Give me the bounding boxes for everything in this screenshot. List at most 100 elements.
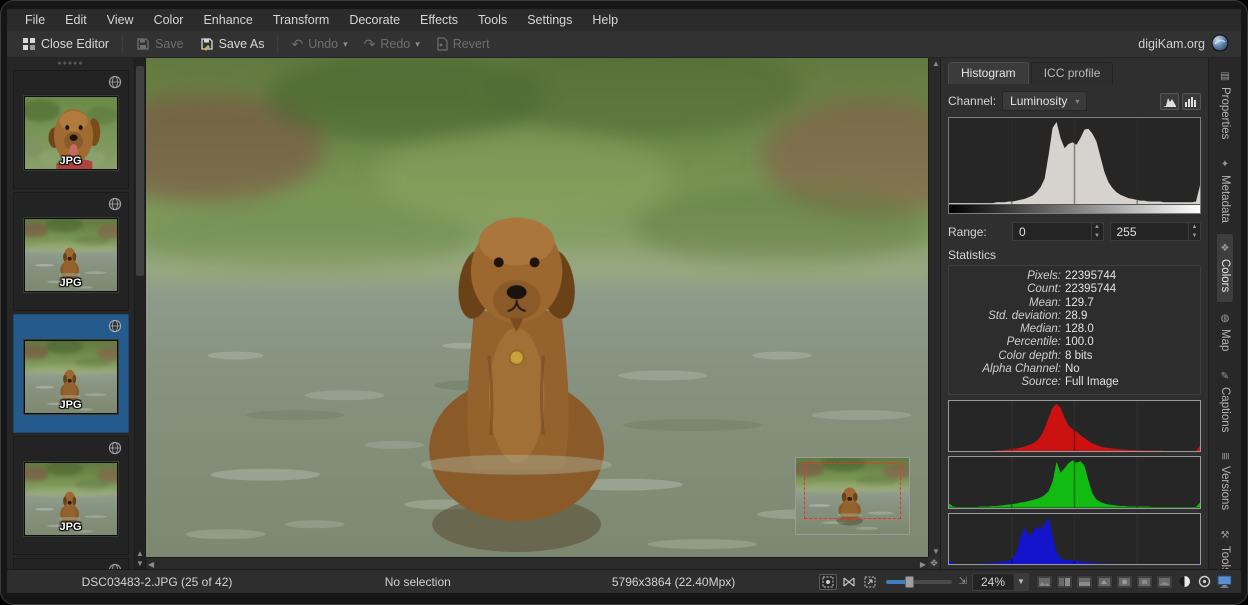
stat-std-deviation: Std. deviation:28.9 [957, 310, 1192, 323]
status-dimensions: 5796x3864 (22.40Mpx) [529, 575, 819, 589]
preview-mode-button-5[interactable] [1116, 575, 1133, 589]
scrollbar-thumb[interactable] [136, 66, 144, 276]
scroll-down-arrow-icon[interactable]: ▼ [932, 547, 940, 556]
thumbnail-item-5[interactable] [13, 558, 129, 569]
geolocation-globe-icon [108, 563, 122, 569]
photo-view[interactable] [146, 58, 928, 557]
zoom-to-100-button[interactable] [861, 574, 879, 590]
range-max-spinbox[interactable]: 255 ▲▼ [1110, 222, 1202, 241]
save-button[interactable]: Save [129, 34, 191, 54]
tab-icc-profile[interactable]: ICC profile [1031, 62, 1114, 84]
thumbnail-item-2[interactable]: JPG [13, 192, 129, 311]
spin-down-icon[interactable]: ▼ [1092, 232, 1103, 241]
pan-navigation-overlay[interactable] [795, 457, 910, 535]
luminosity-histogram-panel[interactable] [948, 117, 1201, 214]
save-icon [136, 37, 150, 51]
zoom-slider[interactable] [886, 580, 952, 584]
menu-settings[interactable]: Settings [519, 11, 580, 29]
tab-histogram[interactable]: Histogram [948, 62, 1029, 84]
geolocation-globe-icon [108, 75, 122, 94]
preview-mode-button-3[interactable] [1076, 575, 1093, 589]
sidebar-grip-handle[interactable]: ●●●●● [57, 60, 83, 67]
menu-help[interactable]: Help [584, 11, 626, 29]
preview-thumbnail-icon [1159, 578, 1170, 586]
menu-effects[interactable]: Effects [412, 11, 466, 29]
color-managed-view-button[interactable] [1216, 574, 1233, 590]
redo-button[interactable]: ↷ Redo ▾ [357, 33, 427, 56]
spin-up-icon[interactable]: ▲ [1189, 223, 1200, 232]
fit-to-window-icon [822, 576, 834, 588]
chevron-down-icon[interactable]: ▼ [1013, 574, 1028, 590]
pan-tool-corner-button[interactable]: ✥ [928, 557, 940, 569]
sidebar-tab-versions[interactable]: ≣Versions [1217, 443, 1233, 519]
revert-button[interactable]: Revert [429, 34, 497, 54]
scroll-left-arrow-icon[interactable]: ◀ [148, 560, 154, 569]
status-bar: DSC03483-2.JPG (25 of 42) No selection 5… [7, 569, 1241, 593]
stat-mean: Mean:129.7 [957, 297, 1192, 310]
sidebar-tab-captions[interactable]: ✎Captions [1217, 362, 1233, 441]
zoom-slider-handle[interactable] [905, 576, 914, 588]
menu-edit[interactable]: Edit [57, 11, 95, 29]
preview-mode-button-2[interactable] [1056, 575, 1073, 589]
preview-mode-button-1[interactable] [1036, 575, 1053, 589]
fit-to-selection-icon [843, 576, 855, 588]
canvas-vertical-scrollbar[interactable]: ▲ ▼ [928, 58, 940, 557]
canvas-horizontal-scrollbar[interactable]: ◀ ▶ [146, 557, 928, 569]
menu-color[interactable]: Color [146, 11, 192, 29]
preview-mode-button-7[interactable] [1156, 575, 1173, 589]
undo-dropdown-arrow-icon[interactable]: ▾ [343, 39, 348, 50]
visible-region-rectangle[interactable] [804, 463, 901, 519]
menu-view[interactable]: View [99, 11, 142, 29]
preview-mode-button-4[interactable] [1096, 575, 1113, 589]
tone-gradient-strip [949, 204, 1200, 213]
scroll-up-arrow-icon[interactable]: ▲ [932, 59, 940, 68]
preview-mode-button-6[interactable] [1136, 575, 1153, 589]
thumbnail-image: JPG [24, 462, 118, 536]
fit-to-window-button[interactable] [819, 574, 837, 590]
close-editor-button[interactable]: Close Editor [15, 34, 116, 54]
spin-down-icon[interactable]: ▼ [1189, 232, 1200, 241]
underexposure-indicator-button[interactable] [1176, 574, 1193, 590]
stat-percentile: Percentile:100.0 [957, 336, 1192, 349]
overexposure-indicator-button[interactable] [1196, 574, 1213, 590]
undo-button[interactable]: ↶ Undo ▾ [284, 33, 354, 56]
save-as-icon [200, 37, 214, 51]
stat-count: Count:22395744 [957, 283, 1192, 296]
right-sidebar-tabbar: ▤Properties ✦Metadata ❖Colors ◍Map ✎Capt… [1208, 58, 1241, 569]
stat-pixels: Pixels:22395744 [957, 270, 1192, 283]
range-min-spinbox[interactable]: 0 ▲▼ [1012, 222, 1104, 241]
thumbnail-item-4[interactable]: JPG [13, 436, 129, 555]
revert-icon [436, 37, 448, 51]
sidebar-tab-properties[interactable]: ▤Properties [1217, 62, 1233, 148]
zoom-level-value: 24% [973, 575, 1013, 589]
menu-enhance[interactable]: Enhance [195, 11, 260, 29]
preview-thumbnail-icon [1119, 578, 1130, 586]
histogram-side-panel: Histogram ICC profile Channel: Luminosit… [940, 58, 1208, 569]
zoom-100-icon [864, 576, 876, 588]
scroll-up-arrow-icon[interactable]: ▲ [135, 549, 145, 559]
thumbnail-item-3-selected[interactable]: JPG [13, 314, 129, 433]
spin-up-icon[interactable]: ▲ [1092, 223, 1103, 232]
map-icon: ◍ [1220, 313, 1231, 324]
channel-select[interactable]: Luminosity ▾ [1002, 91, 1087, 111]
digikam-image-editor-window: File Edit View Color Enhance Transform D… [0, 0, 1248, 605]
editor-canvas[interactable]: ▲ ▼ ◀ ▶ ✥ [146, 58, 940, 569]
logarithmic-scale-button[interactable] [1182, 93, 1201, 110]
thumbnail-item-1[interactable]: JPG [13, 70, 129, 189]
sidebar-tab-map[interactable]: ◍Map [1217, 304, 1233, 360]
menu-file[interactable]: File [17, 11, 53, 29]
sidebar-tab-metadata[interactable]: ✦Metadata [1217, 150, 1233, 232]
sidebar-tab-colors[interactable]: ❖Colors [1217, 234, 1233, 301]
menu-transform[interactable]: Transform [265, 11, 338, 29]
thumbnail-scrollbar[interactable]: ▲ ▼ [135, 58, 146, 569]
fit-to-selection-button[interactable] [840, 574, 858, 590]
redo-dropdown-arrow-icon[interactable]: ▾ [415, 39, 420, 50]
menu-tools[interactable]: Tools [470, 11, 515, 29]
linear-scale-button[interactable] [1160, 93, 1179, 110]
zoom-level-combobox[interactable]: 24% ▼ [972, 573, 1029, 591]
scroll-right-arrow-icon[interactable]: ▶ [920, 560, 926, 569]
digikam-logo-icon[interactable] [1211, 34, 1229, 55]
save-as-button[interactable]: Save As [193, 34, 272, 54]
menu-decorate[interactable]: Decorate [341, 11, 408, 29]
scroll-down-arrow-icon[interactable]: ▼ [135, 559, 145, 569]
